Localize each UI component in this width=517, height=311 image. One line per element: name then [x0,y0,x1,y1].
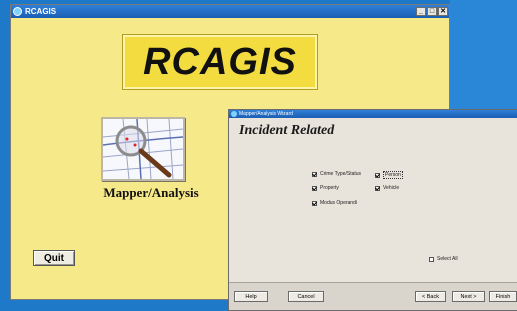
option-label: Person [383,171,403,179]
option-label: Select All [437,256,458,262]
option-crime-type-status[interactable]: Crime Type/Status [312,171,361,177]
next-button[interactable]: Next > [452,291,485,302]
checkbox-property[interactable] [312,185,317,191]
wizard-title: Mapper/Analysis Wizard [239,111,293,117]
checkbox-vehicle[interactable] [375,185,380,191]
back-button[interactable]: < Back [415,291,446,302]
window-controls: _ □ ✕ [416,7,448,16]
checkbox-crime-type-status[interactable] [312,171,317,177]
cancel-button[interactable]: Cancel [288,291,324,302]
mapper-analysis-caption: Mapper/Analysis [103,185,199,200]
wizard-titlebar[interactable]: Mapper/Analysis Wizard [229,110,517,118]
option-property[interactable]: Property [312,185,339,191]
option-label: Vehicle [383,185,400,191]
quit-button[interactable]: Quit [33,250,75,266]
checkbox-modus-operandi[interactable] [312,200,317,206]
rcagis-logo: RCAGIS [122,34,318,90]
minimize-button[interactable]: _ [416,7,426,16]
app-globe-icon [13,7,22,16]
option-vehicle[interactable]: Vehicle [375,185,399,191]
wizard-app-icon [231,111,237,117]
mapper-analysis-wizard: Mapper/Analysis Wizard Incident Related … [228,109,517,311]
close-button[interactable]: ✕ [438,7,448,16]
main-window-title: RCAGIS [25,7,57,16]
option-label: Modus Operandi [320,200,357,206]
mapper-analysis-map-icon[interactable] [101,117,185,181]
logo-text: RCAGIS [143,40,297,83]
option-modus-operandi[interactable]: Modus Operandi [312,200,357,206]
option-label: Property [320,185,339,191]
checkbox-select-all[interactable] [429,256,434,262]
wizard-heading: Incident Related [239,123,335,138]
map-magnifier-icon [102,118,184,180]
option-person[interactable]: Person [375,171,403,179]
finish-button[interactable]: Finish [489,291,517,302]
option-select-all[interactable]: Select All [429,256,458,262]
maximize-button[interactable]: □ [427,7,437,16]
main-titlebar[interactable]: RCAGIS _ □ ✕ [11,5,449,18]
option-label: Crime Type/Status [320,171,362,177]
desktop-strip [450,0,517,109]
checkbox-person[interactable] [375,172,380,178]
help-button[interactable]: Help [234,291,268,302]
wizard-footer: Help Cancel < Back Next > Finish [229,282,517,310]
